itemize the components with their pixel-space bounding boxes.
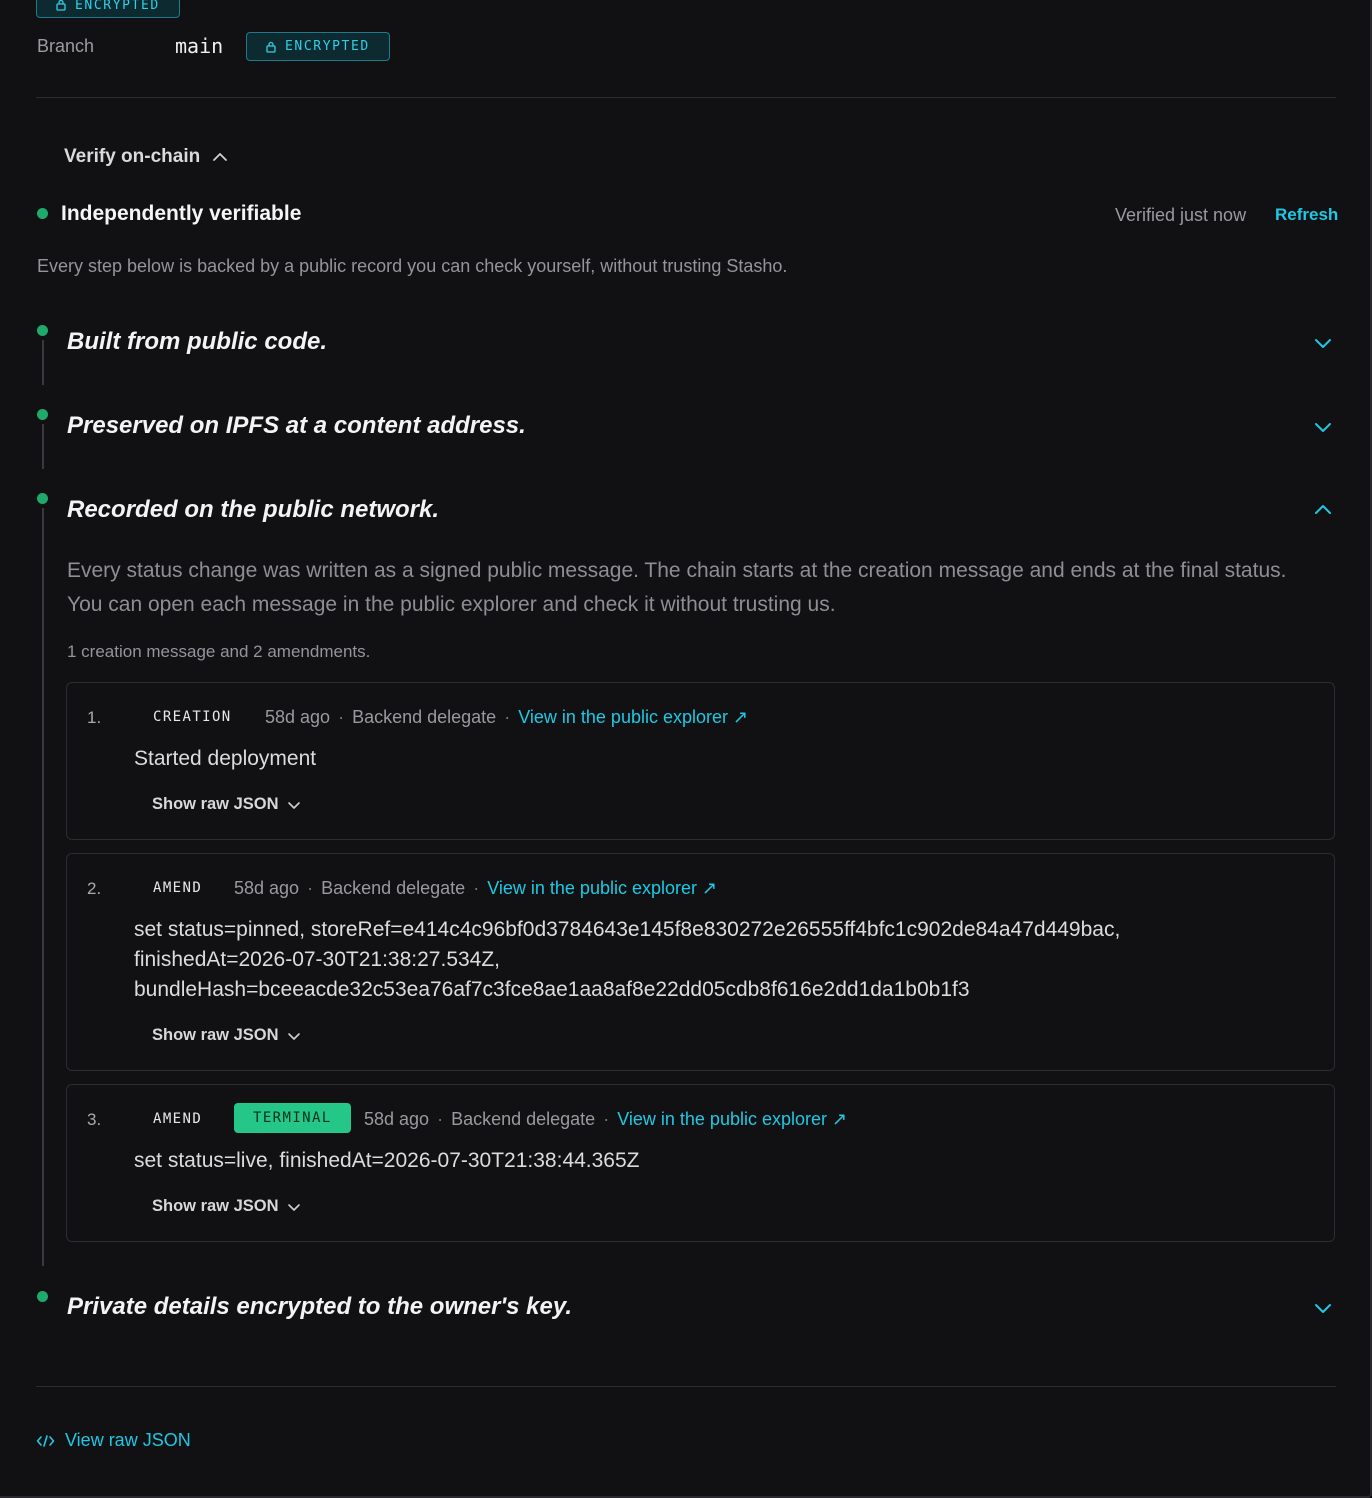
verification-panel: ENCRYPTED Branch main ENCRYPTED Verify o… <box>0 0 1372 1498</box>
step-dot <box>37 325 48 336</box>
code-icon <box>36 1434 55 1447</box>
show-raw-json-label: Show raw JSON <box>152 1026 279 1044</box>
message-kind: AMEND <box>153 1111 203 1127</box>
message-index: 3. <box>87 1110 102 1129</box>
show-raw-json-toggle[interactable]: Show raw JSON <box>152 1197 301 1216</box>
message-body: set status=pinned, storeRef=e414c4c96bf0… <box>134 915 1120 1005</box>
explorer-link[interactable]: View in the public explorer ↗ <box>518 707 748 727</box>
show-raw-json-toggle[interactable]: Show raw JSON <box>152 795 301 814</box>
step-title-private-details[interactable]: Private details encrypted to the owner's… <box>67 1293 572 1321</box>
message-kind: AMEND <box>153 880 203 896</box>
message-index: 1. <box>87 708 102 727</box>
view-raw-json-link[interactable]: View raw JSON <box>36 1430 191 1451</box>
chevron-up-icon[interactable] <box>1313 500 1333 520</box>
view-raw-json-label: View raw JSON <box>65 1430 191 1450</box>
status-title: Independently verifiable <box>61 202 302 225</box>
explorer-link[interactable]: View in the public explorer ↗ <box>487 878 717 898</box>
encrypted-badge-top: ENCRYPTED <box>36 0 180 18</box>
verify-toggle-label: Verify on-chain <box>64 146 201 167</box>
lock-icon <box>56 0 66 11</box>
status-dot <box>37 208 48 219</box>
separator-dot: · <box>307 878 314 898</box>
message-body-line: bundleHash=bceeacde32c53ea76af7c3fce8ae1… <box>134 978 970 1001</box>
step-title-public-network[interactable]: Recorded on the public network. <box>67 496 439 524</box>
message-actor: Backend delegate <box>451 1109 596 1129</box>
chevron-down-icon <box>287 1032 300 1040</box>
message-body-line: finishedAt=2026-07-30T21:38:27.534Z, <box>134 948 501 971</box>
message-kind: CREATION <box>153 709 232 725</box>
lock-icon <box>266 41 276 53</box>
chevron-down-icon[interactable] <box>1313 333 1333 353</box>
divider <box>36 97 1336 98</box>
message-card: 2. AMEND 58d ago · Backend delegate · View i… <box>66 853 1335 1071</box>
message-actor: Backend delegate <box>352 707 497 727</box>
separator-dot: · <box>437 1109 444 1129</box>
message-actor: Backend delegate <box>321 878 466 898</box>
step-connector <box>42 508 44 1266</box>
chevron-up-icon <box>213 153 228 161</box>
recorded-description: Every status change was written as a sig… <box>67 559 1287 616</box>
message-meta: 58d ago · Backend delegate · View in the pub… <box>364 1109 847 1130</box>
message-body: Started deployment <box>134 744 316 774</box>
message-meta: 58d ago · Backend delegate · View in the pub… <box>265 707 748 728</box>
step-connector <box>42 340 44 385</box>
terminal-badge: TERMINAL <box>234 1103 351 1133</box>
message-meta: 58d ago · Backend delegate · View in the pub… <box>234 878 717 899</box>
message-index: 2. <box>87 879 102 898</box>
message-body-line: set status=live, finishedAt=2026-07-30T2… <box>134 1149 640 1172</box>
separator-dot: · <box>603 1109 610 1129</box>
message-body-line: set status=pinned, storeRef=e414c4c96bf0… <box>134 918 1121 941</box>
separator-dot: · <box>338 707 345 727</box>
message-card: 3. AMEND TERMINAL 58d ago · Backend delega… <box>66 1084 1335 1242</box>
encrypted-badge-label: ENCRYPTED <box>75 0 160 13</box>
message-age: 58d ago <box>265 707 331 727</box>
encrypted-badge-branch: ENCRYPTED <box>246 32 390 61</box>
show-raw-json-toggle[interactable]: Show raw JSON <box>152 1026 301 1045</box>
branch-value: main <box>175 34 224 58</box>
divider <box>36 1386 1336 1387</box>
verified-time: Verified just now <box>1115 205 1247 225</box>
message-age: 58d ago <box>234 878 300 898</box>
step-dot <box>37 1291 48 1302</box>
separator-dot: · <box>473 878 480 898</box>
verify-description: Every step below is backed by a public r… <box>37 256 788 276</box>
message-card: 1. CREATION 58d ago · Backend delegate · Vie… <box>66 682 1335 840</box>
show-raw-json-label: Show raw JSON <box>152 795 279 813</box>
message-body-line: Started deployment <box>134 747 317 770</box>
step-title-ipfs[interactable]: Preserved on IPFS at a content address. <box>67 412 526 440</box>
step-dot <box>37 409 48 420</box>
step-connector <box>42 424 44 469</box>
separator-dot: · <box>504 707 511 727</box>
verify-on-chain-toggle[interactable]: Verify on-chain <box>64 146 228 168</box>
show-raw-json-label: Show raw JSON <box>152 1197 279 1215</box>
message-body: set status=live, finishedAt=2026-07-30T2… <box>134 1146 640 1176</box>
step-dot <box>37 493 48 504</box>
refresh-button[interactable]: Refresh <box>1275 205 1338 225</box>
chevron-down-icon[interactable] <box>1313 417 1333 437</box>
recorded-summary: 1 creation message and 2 amendments. <box>67 642 371 661</box>
chevron-down-icon <box>287 801 300 809</box>
chevron-down-icon[interactable] <box>1313 1298 1333 1318</box>
explorer-link[interactable]: View in the public explorer ↗ <box>617 1109 847 1129</box>
message-age: 58d ago <box>364 1109 430 1129</box>
encrypted-badge-label: ENCRYPTED <box>285 39 370 54</box>
chevron-down-icon <box>287 1203 300 1211</box>
branch-label: Branch <box>37 36 95 56</box>
step-title-public-code[interactable]: Built from public code. <box>67 328 327 356</box>
